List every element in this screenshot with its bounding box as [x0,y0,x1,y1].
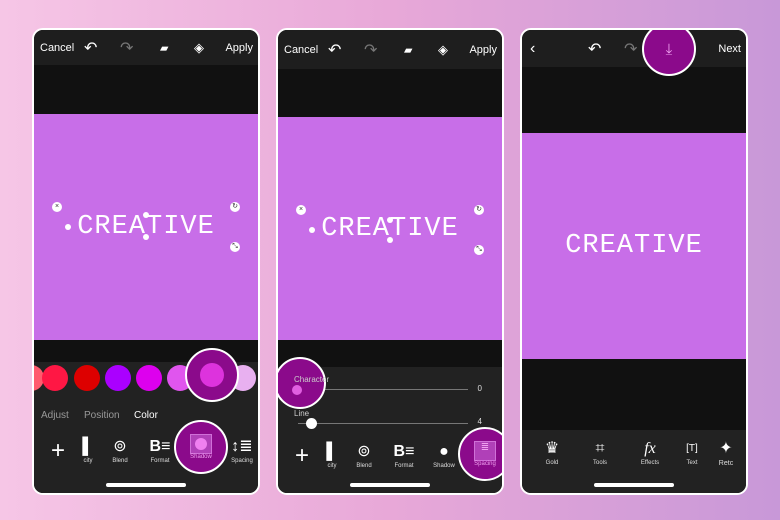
rotate-handle-icon[interactable]: ↻ [230,202,240,212]
delete-handle-icon[interactable]: × [52,202,62,212]
color-swatch[interactable] [105,365,131,391]
delete-handle-icon[interactable]: × [296,205,306,215]
tool-retouch[interactable]: ✦ Retc [706,438,746,467]
character-slider-thumb[interactable] [292,385,302,395]
color-swatch-selected[interactable] [200,363,224,387]
resize-handle-icon[interactable]: ⤡ [474,245,484,255]
bottom-panel: Adjust Position Color + ▌ city ⊚ Blend B≡ F… [34,348,258,493]
rotate-handle-icon[interactable]: ↻ [474,205,484,215]
redo-icon[interactable]: ↷ [120,38,133,58]
tool-shadow[interactable]: Shadow [174,420,228,474]
blend-icon: ⊚ [357,443,371,460]
phone-screen-export: ‹ ↶ ↷ Next ⤓ CREATIVE ♛ Gold ⌗ Tools fx Eff… [520,28,748,495]
next-button[interactable]: Next [718,43,741,55]
eraser-icon[interactable]: ▰ [404,43,412,56]
selected-swatch-highlight[interactable] [185,348,239,402]
undo-icon[interactable]: ↶ [328,40,341,60]
redo-icon[interactable]: ↷ [364,40,377,60]
line-slider[interactable] [298,423,468,424]
cancel-button[interactable]: Cancel [40,42,74,54]
tool-spacing[interactable]: ≣ Spacing [458,427,502,481]
canvas[interactable]: CREATIVE × ↻ ⤡ [34,114,258,340]
slider-label-character: Character [294,375,330,384]
retouch-icon: ✦ [719,440,733,457]
tool-effects[interactable]: fx Effects [630,438,670,466]
header: ‹ ↶ ↷ Next [522,30,746,67]
backdrop [34,65,258,114]
cancel-button[interactable]: Cancel [284,44,318,56]
crown-icon: ♛ [544,440,560,457]
bottom-panel: Character 0 Line 4 + ▌ city ⊚ Blend B≡ Form… [278,357,502,493]
resize-handle-icon[interactable]: ⤡ [230,242,240,252]
spacing-icon: ≣ [474,441,496,461]
tab-position[interactable]: Position [84,410,120,421]
tool-format[interactable]: B≡ Format [384,441,424,469]
tab-adjust[interactable]: Adjust [41,410,69,421]
handle[interactable] [387,217,393,223]
line-value: 4 [477,417,482,426]
undo-icon[interactable]: ↶ [84,38,97,58]
backdrop [522,67,746,133]
backdrop [278,69,502,117]
header: Cancel ↶ ↷ ▰ ◈ Apply [278,30,502,69]
character-value: 0 [477,384,482,393]
home-indicator [106,483,186,487]
crop-icon: ⌗ [595,440,605,457]
slider-label-line: Line [294,409,310,418]
redo-icon[interactable]: ↷ [624,39,637,59]
download-icon: ⤓ [665,40,673,58]
layers-icon[interactable]: ◈ [194,40,204,56]
tool-gold[interactable]: ♛ Gold [532,438,572,466]
tool-spacing[interactable]: ↕≣ Spacing [222,436,258,464]
layers-icon[interactable]: ◈ [438,42,448,58]
color-swatch[interactable] [136,365,162,391]
canvas[interactable]: CREATIVE [522,133,746,359]
fx-icon: fx [644,440,656,457]
text-layer: CREATIVE [565,231,703,261]
header: Cancel ↶ ↷ ▰ ◈ Apply [34,30,258,65]
backdrop [522,359,746,430]
canvas[interactable]: CREATIVE × ↻ ⤡ [278,117,502,340]
apply-button[interactable]: Apply [469,44,497,56]
undo-icon[interactable]: ↶ [588,39,601,59]
home-indicator [350,483,430,487]
shadow-icon [190,434,212,454]
tool-blend[interactable]: ⊚ Blend [344,441,384,469]
handle[interactable] [143,234,149,240]
color-swatch[interactable] [42,365,68,391]
phone-screen-spacing: Cancel ↶ ↷ ▰ ◈ Apply CREATIVE × ↻ ⤡ Char… [276,28,504,495]
handle[interactable] [309,227,315,233]
eraser-icon[interactable]: ▰ [160,41,168,54]
home-indicator [594,483,674,487]
handle[interactable] [387,237,393,243]
tool-tools[interactable]: ⌗ Tools [580,438,620,466]
back-icon[interactable]: ‹ [530,40,535,58]
apply-button[interactable]: Apply [225,42,253,54]
phone-screen-color: Cancel ↶ ↷ ▰ ◈ Apply CREATIVE × ↻ ⤡ Adju… [32,28,260,495]
handle[interactable] [143,212,149,218]
blend-icon: ⊚ [113,438,127,455]
format-icon: B≡ [393,443,415,460]
line-slider-thumb[interactable] [306,418,317,429]
tool-blend[interactable]: ⊚ Blend [100,436,140,464]
tab-color[interactable]: Color [134,410,158,421]
spacing-icon: ↕≣ [231,438,253,455]
handle[interactable] [65,224,71,230]
color-swatch[interactable] [74,365,100,391]
